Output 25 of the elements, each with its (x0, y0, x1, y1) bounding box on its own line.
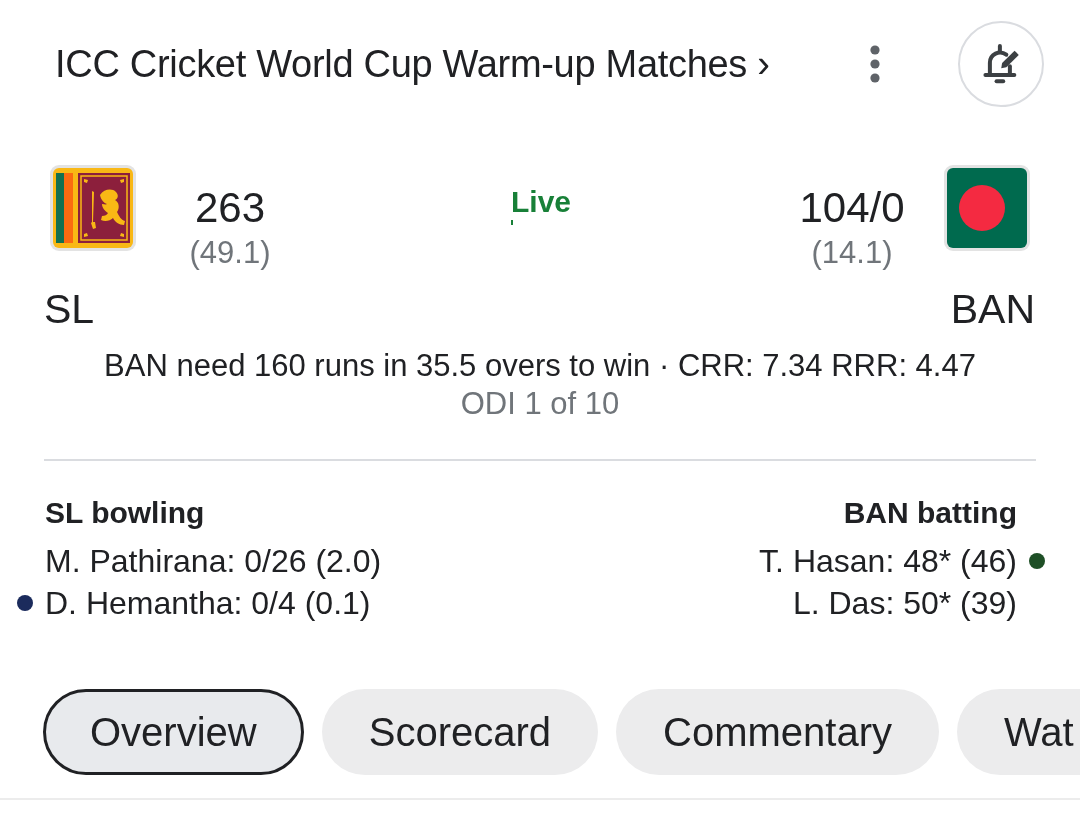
tab[interactable]: Commentary (616, 689, 939, 775)
match-summary: BAN need 160 runs in 35.5 overs to win · CRR: 7.34 RRR: 4.47 (103, 347, 977, 385)
tab[interactable]: Overview (43, 689, 304, 775)
player-stats: M. Pathirana: 0/26 (2.0) (45, 542, 382, 581)
more-options-icon[interactable] (869, 45, 881, 83)
team-score: 263 (193, 185, 267, 231)
player-stats: L. Das: 50* (39) (792, 584, 1017, 623)
flag-icon (50, 165, 136, 251)
panel-heading: SL bowling (44, 495, 205, 531)
panel-heading: BAN batting (843, 495, 1018, 531)
team-name: SL (44, 287, 96, 331)
team-score: 104/0 (798, 185, 906, 231)
overs-count: (49.1) (188, 235, 272, 271)
series-title-link[interactable]: ICC Cricket World Cup Warm-up Matches › (55, 41, 770, 87)
series-info: ODI 1 of 10 (459, 385, 621, 423)
player-stats: D. Hemantha: 0/4 (0.1) (45, 584, 371, 623)
live-status: Live (511, 184, 571, 220)
team-name: BAN (949, 287, 1035, 331)
flag-icon (944, 165, 1030, 251)
tab[interactable]: Scorecard (321, 689, 598, 775)
player-stats: T. Hasan: 48* (46) (759, 542, 1017, 581)
live-indicator-icon (511, 220, 513, 225)
tab[interactable]: Wat (956, 689, 1080, 775)
overs-count: (14.1) (810, 235, 894, 271)
bell-pencil-icon (981, 44, 1021, 84)
